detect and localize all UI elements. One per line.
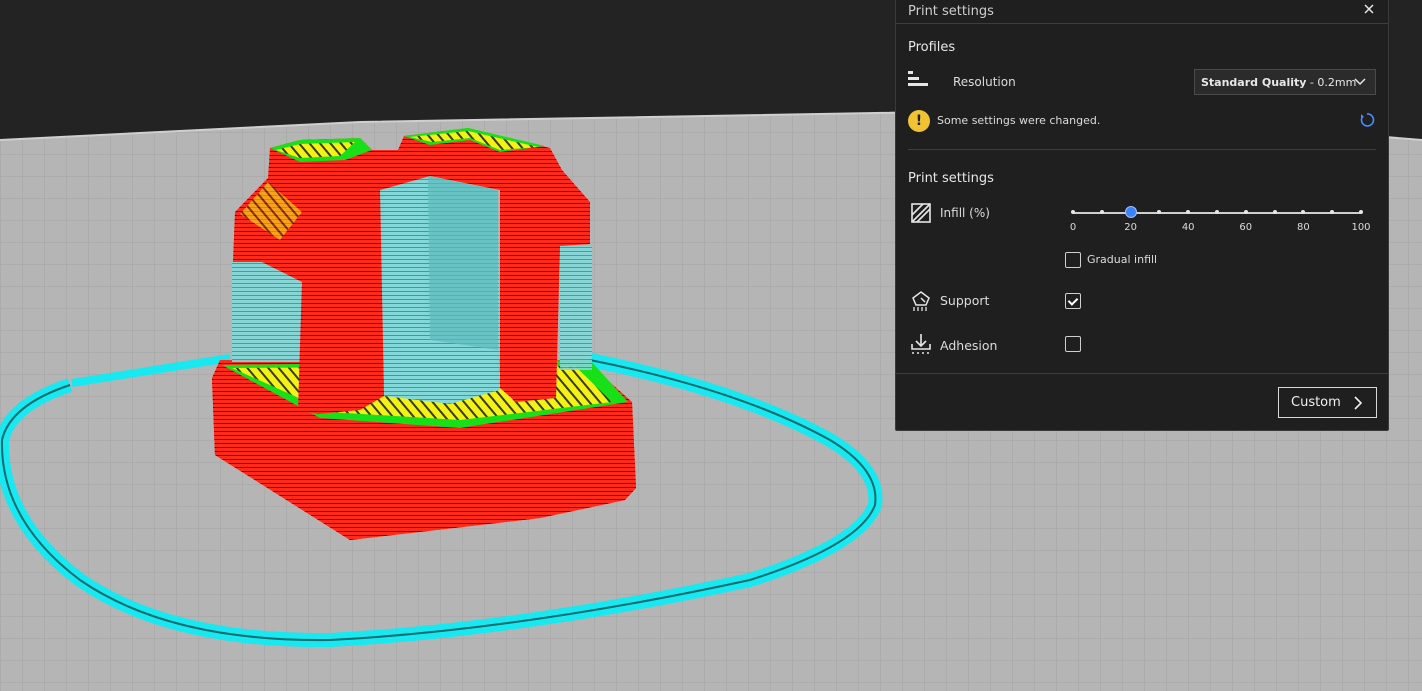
support-label: Support xyxy=(940,293,990,308)
warning-icon: ! xyxy=(908,110,930,132)
infill-slider-thumb[interactable] xyxy=(1124,206,1137,218)
custom-button-label: Custom xyxy=(1291,395,1341,410)
infill-icon xyxy=(911,203,931,223)
infill-slider-tick xyxy=(1071,210,1075,214)
resolution-dropdown-value: Standard Quality - 0.2mm xyxy=(1201,76,1357,89)
resolution-icon xyxy=(908,71,928,86)
infill-slider-tick xyxy=(1215,210,1219,214)
footer-divider xyxy=(896,373,1388,374)
resolution-dropdown[interactable]: Standard Quality - 0.2mm xyxy=(1194,69,1376,95)
infill-tick-label: 40 xyxy=(1181,222,1195,233)
chevron-down-icon xyxy=(1354,78,1366,86)
infill-tick-label: 100 xyxy=(1351,222,1371,233)
close-icon[interactable] xyxy=(1362,2,1376,16)
section-divider xyxy=(908,149,1376,150)
profiles-section-title: Profiles xyxy=(908,40,956,55)
adhesion-label: Adhesion xyxy=(940,338,998,353)
support-icon xyxy=(912,291,930,311)
panel-title: Print settings xyxy=(908,4,994,19)
infill-slider-tick xyxy=(1359,210,1363,214)
infill-tick-label: 0 xyxy=(1069,222,1077,233)
infill-tick-label: 20 xyxy=(1124,222,1137,233)
chevron-right-icon xyxy=(1354,396,1363,410)
gradual-infill-label: Gradual infill xyxy=(1087,253,1158,266)
infill-slider-tick xyxy=(1099,210,1104,214)
adhesion-icon xyxy=(911,334,931,354)
support-checkbox[interactable] xyxy=(1065,293,1081,309)
print-settings-section-title: Print settings xyxy=(908,171,994,186)
infill-tick-label: 80 xyxy=(1297,222,1310,233)
infill-slider-tick xyxy=(1243,210,1248,214)
settings-changed-message: Some settings were changed. xyxy=(937,114,1101,127)
infill-label: Infill (%) xyxy=(940,206,990,220)
print-settings-panel: Print settings Profiles Resolution Stand… xyxy=(895,0,1389,431)
resolution-label: Resolution xyxy=(953,75,1016,89)
reset-icon[interactable] xyxy=(1359,112,1375,128)
adhesion-checkbox[interactable] xyxy=(1065,336,1081,352)
gradual-infill-checkbox[interactable] xyxy=(1065,252,1081,268)
infill-tick-label: 60 xyxy=(1239,222,1253,233)
infill-slider-tick xyxy=(1272,210,1277,214)
custom-button[interactable]: Custom xyxy=(1278,387,1377,418)
panel-header: Print settings xyxy=(896,0,1388,24)
